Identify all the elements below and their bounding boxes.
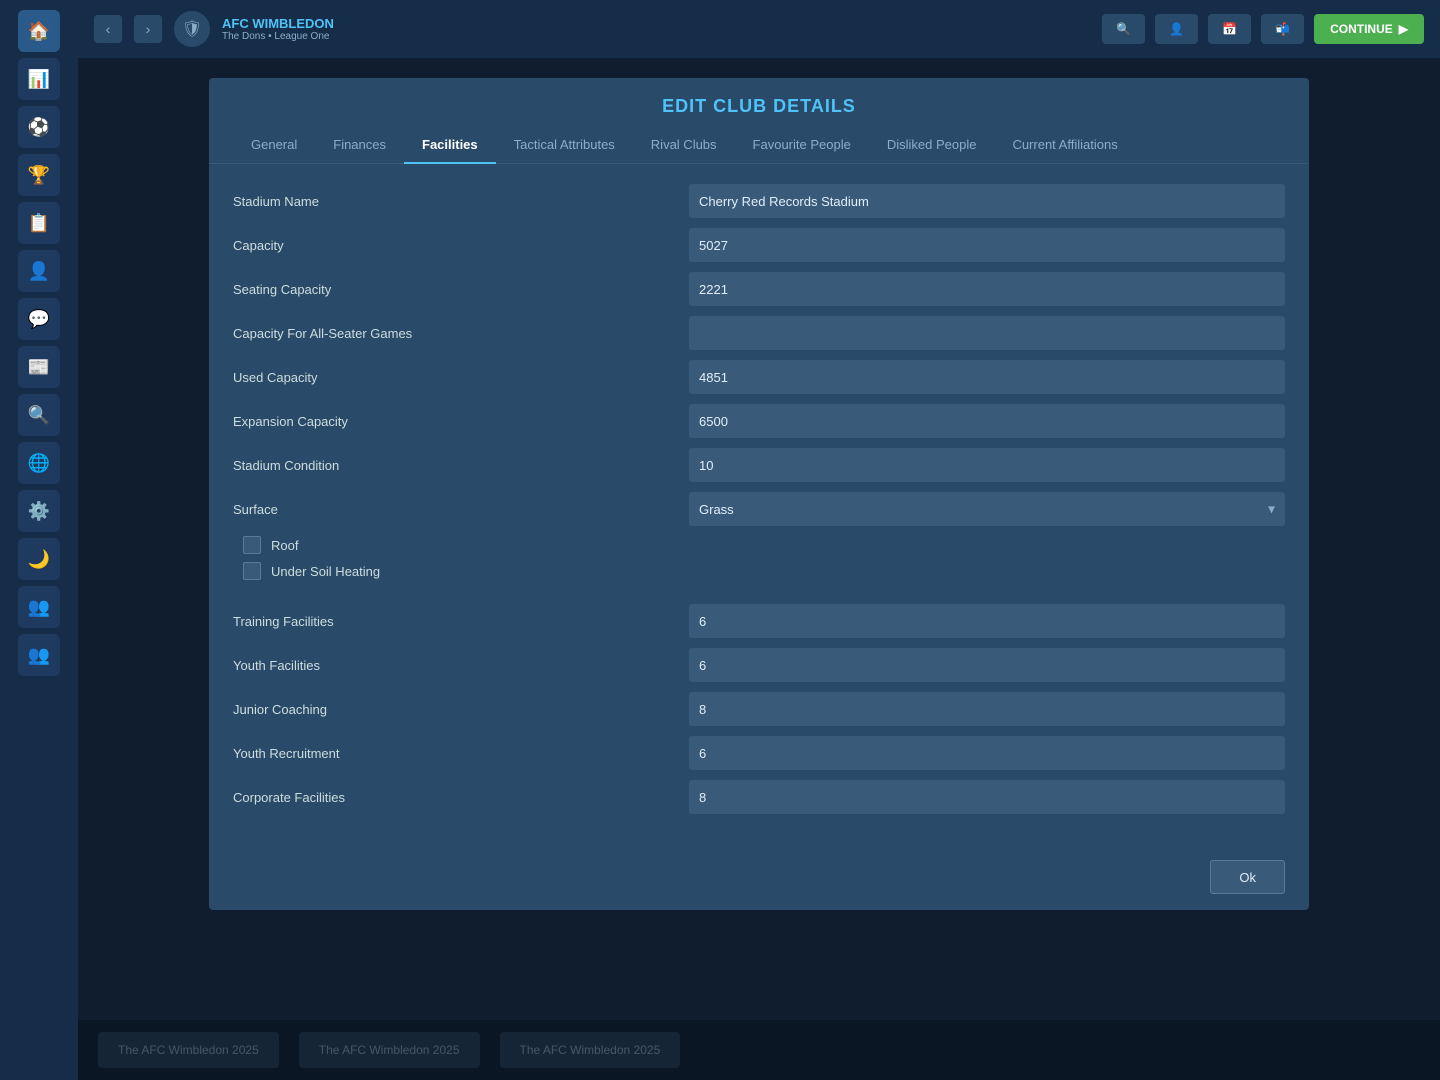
sidebar-icon-chat[interactable]: 💬 [18,298,60,340]
club-info: AFC WIMBLEDON The Dons • League One [222,16,334,42]
sidebar-icon-group2[interactable]: 👥 [18,634,60,676]
tab-facilities[interactable]: Facilities [404,127,496,164]
used-capacity-input[interactable] [689,360,1285,394]
sidebar-icon-clipboard[interactable]: 📋 [18,202,60,244]
junior-coaching-label: Junior Coaching [233,702,673,717]
undersoil-checkbox[interactable] [243,562,261,580]
edit-club-modal: EDIT CLUB DETAILS General Finances Facil… [209,78,1309,910]
modal-overlay: EDIT CLUB DETAILS General Finances Facil… [78,58,1440,1080]
modal-tabs: General Finances Facilities Tactical Att… [209,127,1309,164]
modal-title: EDIT CLUB DETAILS [662,96,856,116]
stadium-name-label: Stadium Name [233,194,673,209]
sidebar-icon-person[interactable]: 👤 [18,250,60,292]
capacity-all-seater-row: Capacity For All-Seater Games [233,316,1285,350]
forward-button[interactable]: › [134,15,162,43]
tab-tactical-attributes[interactable]: Tactical Attributes [496,127,633,164]
sidebar-icon-news[interactable]: 📰 [18,346,60,388]
surface-label: Surface [233,502,673,517]
sidebar-icon-trophy[interactable]: 🏆 [18,154,60,196]
roof-label: Roof [271,538,298,553]
junior-coaching-input[interactable] [689,692,1285,726]
tab-favourite-people[interactable]: Favourite People [735,127,869,164]
tab-general[interactable]: General [233,127,315,164]
modal-header: EDIT CLUB DETAILS [209,78,1309,127]
back-button[interactable]: ‹ [94,15,122,43]
continue-arrow-icon: ▶ [1399,22,1408,36]
stadium-name-input[interactable] [689,184,1285,218]
stadium-name-row: Stadium Name [233,184,1285,218]
training-facilities-row: Training Facilities [233,604,1285,638]
youth-recruitment-input[interactable] [689,736,1285,770]
seating-capacity-row: Seating Capacity [233,272,1285,306]
club-sub: The Dons • League One [222,31,334,42]
expansion-capacity-label: Expansion Capacity [233,414,673,429]
sidebar-icon-group1[interactable]: 👥 [18,586,60,628]
used-capacity-row: Used Capacity [233,360,1285,394]
used-capacity-label: Used Capacity [233,370,673,385]
capacity-row: Capacity [233,228,1285,262]
youth-facilities-input[interactable] [689,648,1285,682]
corporate-facilities-label: Corporate Facilities [233,790,673,805]
stadium-condition-label: Stadium Condition [233,458,673,473]
tab-finances[interactable]: Finances [315,127,404,164]
tab-disliked-people[interactable]: Disliked People [869,127,995,164]
sidebar-icon-stats[interactable]: 📊 [18,58,60,100]
modal-footer: Ok [209,844,1309,910]
tab-rival-clubs[interactable]: Rival Clubs [633,127,735,164]
roof-row: Roof [233,536,1285,554]
search-button[interactable]: 🔍 [1102,14,1145,44]
sidebar-icon-gear[interactable]: ⚙️ [18,490,60,532]
youth-facilities-row: Youth Facilities [233,648,1285,682]
capacity-all-seater-input[interactable] [689,316,1285,350]
seating-capacity-input[interactable] [689,272,1285,306]
topbar-right: 🔍 👤 📅 📬 CONTINUE ▶ [1102,14,1424,44]
capacity-all-seater-label: Capacity For All-Seater Games [233,326,673,341]
sidebar-icon-home[interactable]: 🏠 [18,10,60,52]
roof-checkbox[interactable] [243,536,261,554]
corporate-facilities-input[interactable] [689,780,1285,814]
sidebar-icon-search[interactable]: 🔍 [18,394,60,436]
continue-button[interactable]: CONTINUE ▶ [1314,14,1424,44]
surface-select[interactable]: Grass Artificial [689,492,1285,526]
sidebar-icon-football[interactable]: ⚽ [18,106,60,148]
club-badge: 🛡 [174,11,210,47]
undersoil-row: Under Soil Heating [233,562,1285,580]
topbar: ‹ › 🛡 AFC WIMBLEDON The Dons • League On… [78,0,1440,58]
undersoil-label: Under Soil Heating [271,564,380,579]
stadium-condition-input[interactable] [689,448,1285,482]
capacity-label: Capacity [233,238,673,253]
youth-recruitment-row: Youth Recruitment [233,736,1285,770]
corporate-facilities-row: Corporate Facilities [233,780,1285,814]
ok-button[interactable]: Ok [1210,860,1285,894]
sidebar: 🏠 📊 ⚽ 🏆 📋 👤 💬 📰 🔍 🌐 ⚙️ 🌙 👥 👥 [0,0,78,1080]
training-facilities-input[interactable] [689,604,1285,638]
junior-coaching-row: Junior Coaching [233,692,1285,726]
youth-facilities-label: Youth Facilities [233,658,673,673]
expansion-capacity-input[interactable] [689,404,1285,438]
surface-row: Surface Grass Artificial ▾ [233,492,1285,526]
modal-body: Stadium Name Capacity Seating Capacity C… [209,164,1309,844]
seating-capacity-label: Seating Capacity [233,282,673,297]
main-content: EDIT CLUB DETAILS General Finances Facil… [78,58,1440,1080]
sidebar-icon-globe[interactable]: 🌐 [18,442,60,484]
date-button[interactable]: 📅 [1208,14,1251,44]
continue-label: CONTINUE [1330,22,1393,36]
training-facilities-label: Training Facilities [233,614,673,629]
expansion-capacity-row: Expansion Capacity [233,404,1285,438]
club-name: AFC WIMBLEDON [222,16,334,31]
profile-button[interactable]: 👤 [1155,14,1198,44]
capacity-input[interactable] [689,228,1285,262]
surface-select-wrapper: Grass Artificial ▾ [689,492,1285,526]
tab-current-affiliations[interactable]: Current Affiliations [994,127,1135,164]
inbox-button[interactable]: 📬 [1261,14,1304,44]
youth-recruitment-label: Youth Recruitment [233,746,673,761]
sidebar-icon-moon[interactable]: 🌙 [18,538,60,580]
stadium-condition-row: Stadium Condition [233,448,1285,482]
